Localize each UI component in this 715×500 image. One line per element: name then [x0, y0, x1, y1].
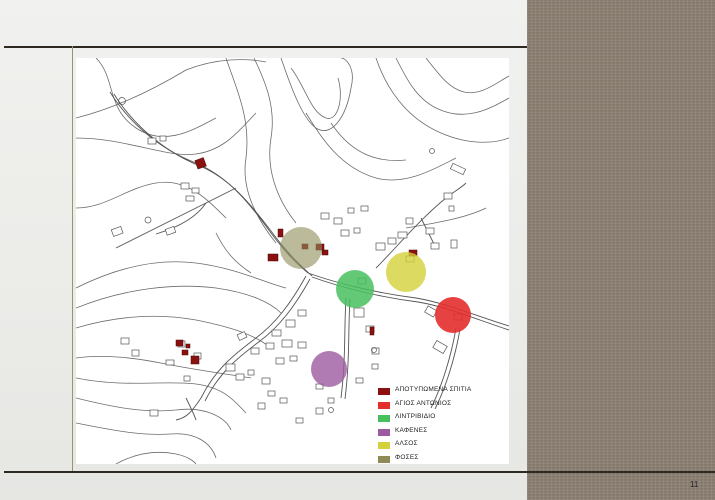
- legend-swatch: [378, 401, 390, 409]
- legend-item: ΑΠΟΤΥΠΩΜΕΝΑ ΣΠΙΤΙΑ: [378, 386, 518, 400]
- left-margin-line: [72, 46, 73, 471]
- kafenes-highlight: [311, 351, 347, 387]
- legend-label: ΑΠΟΤΥΠΩΜΕΝΑ ΣΠΙΤΙΑ: [395, 386, 472, 393]
- map-legend: ΑΠΟΤΥΠΩΜΕΝΑ ΣΠΙΤΙΑ ΑΓΙΟΣ ΑΝΤΩΝΙΟΣ ΛΙΝΤΡΙ…: [378, 386, 518, 467]
- legend-swatch: [378, 415, 390, 422]
- legend-item: ΚΑΦΕΝΕΣ: [378, 427, 518, 441]
- legend-item: ΑΓΙΟΣ ΑΝΤΩΝΙΟΣ: [378, 400, 518, 414]
- legend-swatch: [378, 388, 390, 395]
- legend-label: ΑΓΙΟΣ ΑΝΤΩΝΙΟΣ: [395, 399, 452, 407]
- top-rule: [4, 46, 527, 48]
- legend-item: ΑΛΣΟΣ: [378, 440, 518, 454]
- legend-swatch: [378, 442, 390, 449]
- lintrividio-highlight: [336, 270, 374, 308]
- legend-item: ΦΟΣΕΣ: [378, 454, 518, 468]
- legend-label: ΚΑΦΕΝΕΣ: [395, 426, 428, 434]
- legend-swatch: [378, 428, 390, 436]
- legend-label: ΦΟΣΕΣ: [395, 453, 419, 461]
- bottom-rule: [4, 471, 715, 473]
- legend-item: ΛΙΝΤΡΙΒΙΔΙΟ: [378, 413, 518, 427]
- agios-antonios-highlight: [435, 297, 471, 333]
- legend-label: ΑΛΣΟΣ: [395, 440, 418, 447]
- textured-side-panel: [527, 0, 715, 500]
- slide: ΑΠΟΤΥΠΩΜΕΝΑ ΣΠΙΤΙΑ ΑΓΙΟΣ ΑΝΤΩΝΙΟΣ ΛΙΝΤΡΙ…: [0, 0, 527, 500]
- page-number: 11: [690, 480, 699, 489]
- foses-highlight: [280, 227, 322, 269]
- legend-swatch: [378, 455, 390, 463]
- legend-label: ΛΙΝΤΡΙΒΙΔΙΟ: [395, 413, 436, 420]
- alsos-highlight: [386, 252, 426, 292]
